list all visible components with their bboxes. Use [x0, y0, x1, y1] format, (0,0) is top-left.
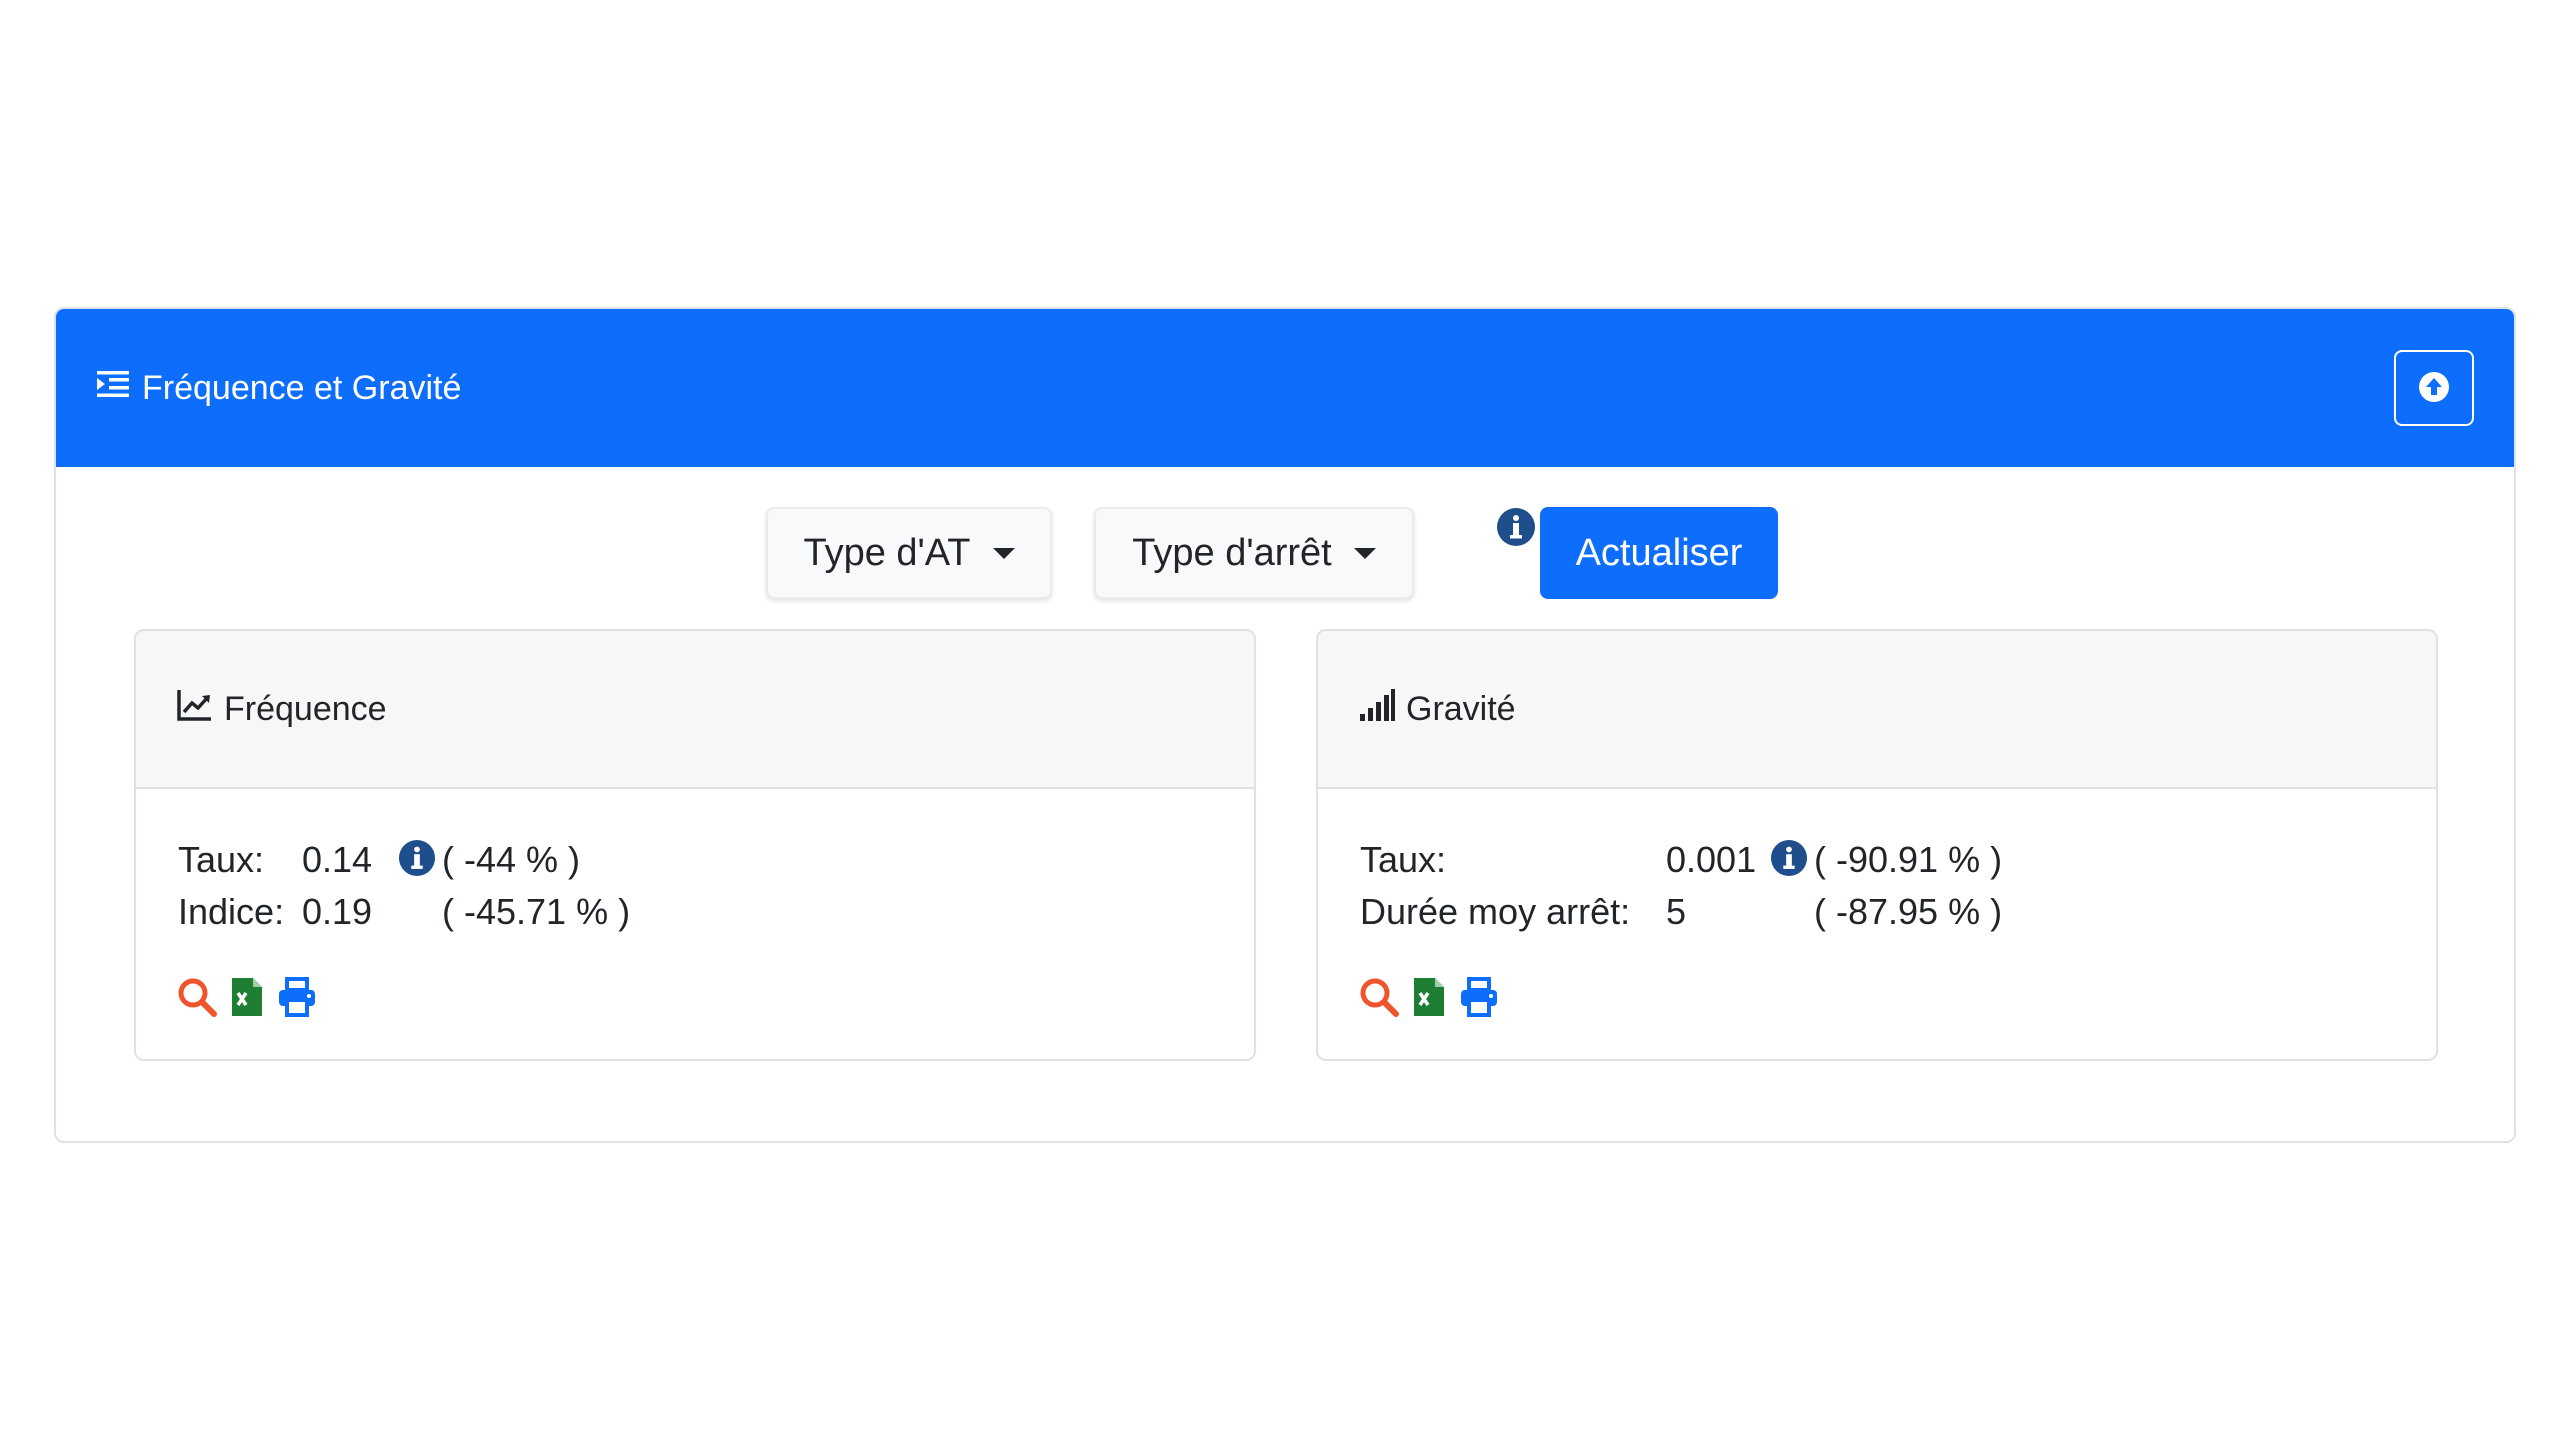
gravite-card: Gravité Taux: 0.001 ( -90.91 % ) Durée m… — [1316, 629, 2438, 1061]
gravite-actions — [1358, 975, 1500, 1019]
metric-change: ( -45.71 % ) — [442, 891, 631, 932]
frequence-card: Fréquence Taux: 0.14 ( -44 % ) Indice: 0… — [134, 629, 1256, 1061]
search-icon[interactable] — [1358, 975, 1400, 1019]
type-at-label: Type d'AT — [803, 531, 971, 574]
type-arret-label: Type d'arrêt — [1132, 531, 1332, 574]
excel-icon[interactable]: x — [226, 975, 268, 1019]
gravite-header: Gravité — [1318, 631, 2436, 789]
card-title-text: Fréquence et Gravité — [142, 368, 462, 407]
collapse-button[interactable] — [2394, 350, 2474, 426]
metric-label: Durée moy arrêt: — [1360, 891, 1631, 932]
metric-value: 0.19 — [302, 891, 373, 932]
info-icon[interactable] — [398, 839, 436, 877]
metric-value: 0.14 — [302, 839, 373, 880]
card-title: Fréquence et Gravité — [96, 367, 461, 410]
search-icon[interactable] — [176, 975, 218, 1019]
list-indent-icon — [96, 367, 130, 410]
caret-down-icon — [992, 547, 1015, 559]
frequence-gravite-card: Fréquence et Gravité Type d'AT Type d'ar… — [54, 307, 2516, 1143]
gravite-taux-row: Taux: 0.001 ( -90.91 % ) — [1360, 831, 2436, 883]
frequence-header: Fréquence — [136, 631, 1254, 789]
metric-label: Taux: — [178, 839, 265, 880]
excel-icon[interactable] — [1408, 975, 1450, 1019]
chart-line-icon — [176, 686, 214, 733]
print-icon[interactable] — [276, 975, 318, 1019]
frequence-actions: x — [176, 975, 318, 1019]
signal-bars-icon — [1358, 686, 1396, 733]
type-at-dropdown[interactable]: Type d'AT — [766, 507, 1052, 599]
metric-change: ( -44 % ) — [442, 839, 581, 880]
metric-change: ( -90.91 % ) — [1814, 839, 2003, 880]
metric-value: 0.001 — [1666, 839, 1757, 880]
metric-change: ( -87.95 % ) — [1814, 891, 2003, 932]
frequence-title: Fréquence — [224, 689, 387, 728]
info-icon[interactable] — [1496, 507, 1536, 547]
filter-bar: Type d'AT Type d'arrêt Actualiser — [56, 467, 2514, 623]
gravite-duree-row: Durée moy arrêt: 5 ( -87.95 % ) — [1360, 883, 2436, 935]
metric-value: 5 — [1666, 891, 1687, 932]
frequence-taux-row: Taux: 0.14 ( -44 % ) — [178, 831, 1254, 883]
refresh-button[interactable]: Actualiser — [1540, 507, 1778, 599]
metric-label: Taux: — [1360, 839, 1447, 880]
metric-label: Indice: — [178, 891, 285, 932]
frequence-indice-row: Indice: 0.19 ( -45.71 % ) — [178, 883, 1254, 935]
frequence-body: Taux: 0.14 ( -44 % ) Indice: 0.19 ( -45.… — [178, 831, 1254, 935]
info-icon[interactable] — [1770, 839, 1808, 877]
type-arret-dropdown[interactable]: Type d'arrêt — [1094, 507, 1414, 599]
gravite-title: Gravité — [1406, 689, 1516, 728]
print-icon[interactable] — [1458, 975, 1500, 1019]
arrow-circle-up-icon — [2416, 369, 2452, 408]
gravite-body: Taux: 0.001 ( -90.91 % ) Durée moy arrêt… — [1360, 831, 2436, 935]
card-header: Fréquence et Gravité — [56, 309, 2514, 467]
caret-down-icon — [1353, 547, 1376, 559]
